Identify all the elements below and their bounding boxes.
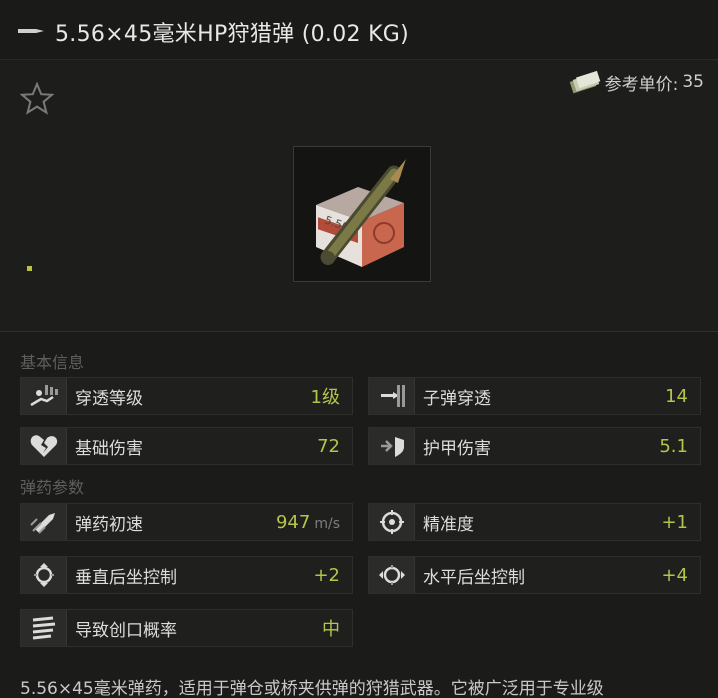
stat-label: 基础伤害 bbox=[75, 438, 143, 459]
section-ammo-params: 弹药参数 bbox=[20, 478, 85, 497]
stat-label: 护甲伤害 bbox=[423, 438, 491, 459]
horizontal-recoil-icon bbox=[369, 557, 415, 593]
indicator-dot bbox=[27, 266, 32, 271]
reference-price: 参考单价: 35 bbox=[569, 68, 704, 96]
crosshair-icon bbox=[369, 504, 415, 540]
stat-label: 子弹穿透 bbox=[423, 388, 491, 409]
vertical-recoil-icon bbox=[21, 557, 67, 593]
stat-accuracy: 精准度 +1 bbox=[368, 503, 701, 541]
money-icon bbox=[569, 70, 600, 94]
stat-muzzle-velocity: 弹药初速 947 m/s bbox=[20, 503, 353, 541]
favorite-star-icon[interactable] bbox=[20, 82, 54, 116]
item-header: 5.56×45毫米HP狩猎弹 (0.02 KG) bbox=[0, 0, 718, 60]
stat-penetration-level: 穿透等级 1级 bbox=[20, 377, 353, 415]
stat-value: +4 bbox=[661, 564, 688, 586]
stat-label: 穿透等级 bbox=[75, 388, 143, 409]
stat-value: 947 m/s bbox=[276, 512, 340, 533]
stat-value: 5.1 bbox=[659, 435, 688, 457]
stat-value: +2 bbox=[313, 564, 340, 586]
item-inspect-panel: 参考单价: 35 5.56 基本信息 穿透等级 1级 子弹穿透 14 基础伤害 … bbox=[0, 60, 718, 698]
stat-value: 1级 bbox=[310, 387, 340, 408]
item-title: 5.56×45毫米HP狩猎弹 (0.02 KG) bbox=[55, 22, 410, 47]
stat-unit: m/s bbox=[314, 515, 340, 532]
armor-damage-icon bbox=[369, 428, 415, 464]
broken-heart-icon bbox=[21, 428, 67, 464]
stat-horizontal-recoil: 水平后坐控制 +4 bbox=[368, 556, 701, 594]
stat-value: 72 bbox=[317, 435, 340, 457]
stat-bleed-chance: 导致创口概率 中 bbox=[20, 609, 353, 647]
stat-label: 精准度 bbox=[423, 514, 474, 535]
price-value: 35 bbox=[682, 72, 704, 92]
bullet-penetration-icon bbox=[369, 378, 415, 414]
section-basic-info: 基本信息 bbox=[20, 353, 85, 372]
stat-armor-damage: 护甲伤害 5.1 bbox=[368, 427, 701, 465]
stat-value: 中 bbox=[322, 619, 340, 640]
stat-label: 垂直后坐控制 bbox=[75, 567, 177, 588]
stat-label: 弹药初速 bbox=[75, 514, 143, 535]
stat-vertical-recoil: 垂直后坐控制 +2 bbox=[20, 556, 353, 594]
penetration-level-icon bbox=[21, 378, 67, 414]
item-preview-area: 参考单价: 35 5.56 bbox=[0, 60, 718, 332]
bleed-chance-icon bbox=[21, 610, 67, 646]
ammo-box-icon: 5.56 bbox=[316, 159, 406, 267]
stat-label: 导致创口概率 bbox=[75, 620, 177, 641]
stat-label: 水平后坐控制 bbox=[423, 567, 525, 588]
bullet-icon bbox=[18, 29, 44, 33]
stat-number: 947 bbox=[275, 511, 311, 533]
stat-base-damage: 基础伤害 72 bbox=[20, 427, 353, 465]
muzzle-velocity-icon bbox=[21, 504, 67, 540]
stat-value: +1 bbox=[661, 511, 688, 533]
stat-value: 14 bbox=[665, 385, 688, 407]
price-label: 参考单价: bbox=[604, 74, 679, 95]
item-description: 5.56×45毫米弹药，适用于弹仓或桥夹供弹的狩猎武器。它被广泛用于专业级 bbox=[20, 679, 604, 698]
item-icon-frame[interactable]: 5.56 bbox=[293, 146, 431, 282]
stat-bullet-penetration: 子弹穿透 14 bbox=[368, 377, 701, 415]
